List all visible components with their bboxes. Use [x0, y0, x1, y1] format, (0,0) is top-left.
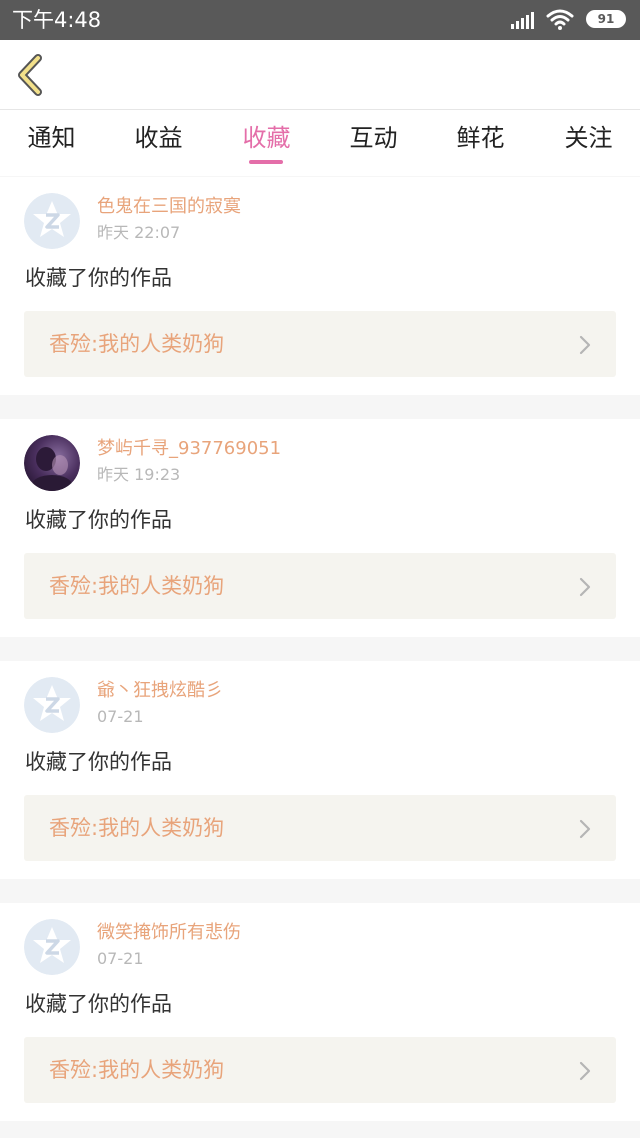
- timestamp: 07-21: [97, 949, 144, 968]
- tab-notifications[interactable]: 通知: [0, 110, 105, 176]
- work-link[interactable]: 香殓:我的人类奶狗: [24, 311, 616, 377]
- action-text: 收藏了你的作品: [25, 992, 172, 1016]
- status-time: 下午4:48: [12, 8, 102, 32]
- tab-label: 关注: [564, 124, 613, 152]
- work-link[interactable]: 香殓:我的人类奶狗: [24, 795, 616, 861]
- header: [0, 40, 640, 110]
- notification-item: 梦屿千寻_937769051 昨天 19:23 收藏了你的作品 香殓:我的人类奶…: [0, 419, 640, 637]
- active-tab-indicator: [249, 160, 283, 164]
- tab-label: 收藏: [242, 124, 291, 152]
- chevron-right-icon: [579, 819, 591, 839]
- action-text: 收藏了你的作品: [25, 750, 172, 774]
- username[interactable]: 色鬼在三国的寂寞: [97, 195, 241, 219]
- timestamp: 07-21: [97, 707, 144, 726]
- action-text: 收藏了你的作品: [25, 508, 172, 532]
- tab-bar: 通知 收益 收藏 互动 鲜花 关注: [0, 110, 640, 176]
- tab-label: 鲜花: [456, 124, 505, 152]
- tab-label: 收益: [134, 124, 183, 152]
- default-avatar-icon[interactable]: [24, 919, 80, 975]
- tab-label: 通知: [27, 124, 76, 152]
- username[interactable]: 梦屿千寻_937769051: [97, 437, 281, 461]
- default-avatar-icon[interactable]: [24, 193, 80, 249]
- tab-earnings[interactable]: 收益: [105, 110, 212, 176]
- work-title: 香殓:我的人类奶狗: [49, 816, 225, 840]
- tab-follows[interactable]: 关注: [535, 110, 640, 176]
- work-link[interactable]: 香殓:我的人类奶狗: [24, 553, 616, 619]
- work-link[interactable]: 香殓:我的人类奶狗: [24, 1037, 616, 1103]
- status-bar: 下午4:48 91: [0, 0, 640, 40]
- tab-interactions[interactable]: 互动: [320, 110, 427, 176]
- chevron-right-icon: [579, 335, 591, 355]
- battery-level: 91: [597, 12, 615, 26]
- work-title: 香殓:我的人类奶狗: [49, 574, 225, 598]
- signal-icon: [511, 12, 534, 29]
- action-text: 收藏了你的作品: [25, 266, 172, 290]
- default-avatar-icon[interactable]: [24, 677, 80, 733]
- timestamp: 昨天 22:07: [97, 223, 181, 242]
- chevron-right-icon: [579, 577, 591, 597]
- notification-item: 爺丶狂拽炫酷彡 07-21 收藏了你的作品 香殓:我的人类奶狗: [0, 661, 640, 879]
- chevron-right-icon: [579, 1061, 591, 1081]
- timestamp: 昨天 19:23: [97, 465, 181, 484]
- notification-item: 微笑掩饰所有悲伤 07-21 收藏了你的作品 香殓:我的人类奶狗: [0, 903, 640, 1121]
- username[interactable]: 微笑掩饰所有悲伤: [97, 921, 241, 945]
- tab-label: 互动: [349, 124, 398, 152]
- back-arrow-icon[interactable]: [12, 52, 52, 98]
- notification-item: 色鬼在三国的寂寞 昨天 22:07 收藏了你的作品 香殓:我的人类奶狗: [0, 177, 640, 395]
- user-photo-avatar[interactable]: [24, 435, 80, 491]
- work-title: 香殓:我的人类奶狗: [49, 332, 225, 356]
- work-title: 香殓:我的人类奶狗: [49, 1058, 225, 1082]
- battery-icon: 91: [586, 10, 626, 28]
- tab-flowers[interactable]: 鲜花: [427, 110, 534, 176]
- wifi-icon: [546, 9, 574, 30]
- username[interactable]: 爺丶狂拽炫酷彡: [97, 679, 223, 703]
- tab-favorites[interactable]: 收藏: [213, 110, 320, 176]
